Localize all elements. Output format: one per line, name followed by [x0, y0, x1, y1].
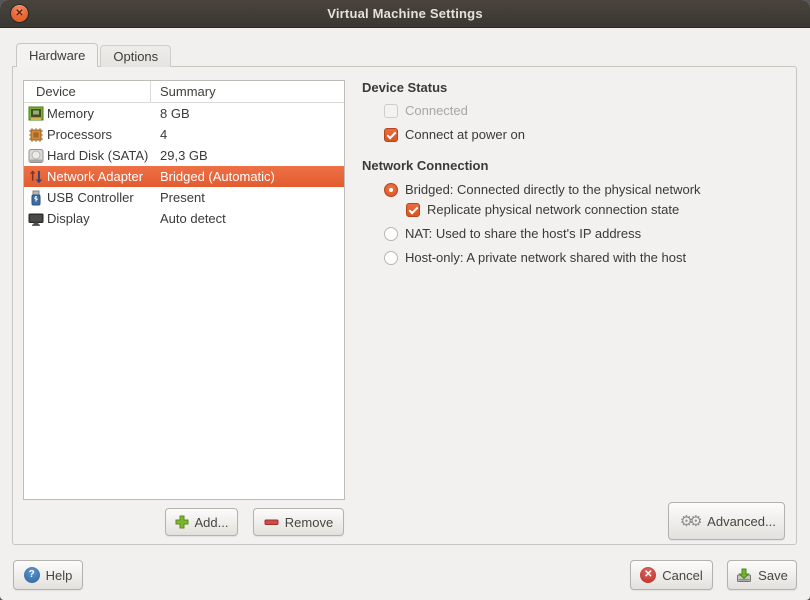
help-button-label: Help — [46, 568, 73, 583]
cancel-button[interactable]: ✕ Cancel — [630, 560, 713, 590]
device-name: Hard Disk (SATA) — [47, 148, 148, 163]
table-row-display[interactable]: Display Auto detect — [24, 208, 344, 229]
close-icon[interactable] — [10, 4, 29, 23]
device-summary: Bridged (Automatic) — [151, 169, 344, 184]
connected-checkbox — [384, 104, 398, 118]
vm-settings-dialog: Virtual Machine Settings Hardware Option… — [0, 0, 810, 600]
cancel-button-label: Cancel — [662, 568, 702, 583]
table-row-memory[interactable]: Memory 8 GB — [24, 103, 344, 124]
host-only-label: Host-only: A private network shared with… — [405, 250, 686, 265]
memory-icon — [28, 106, 44, 122]
nat-radio[interactable] — [384, 227, 398, 241]
device-list[interactable]: Device Summary Memory 8 GB — [23, 80, 345, 500]
bridged-label: Bridged: Connected directly to the physi… — [405, 182, 701, 197]
display-icon — [28, 211, 44, 227]
tab-options[interactable]: Options — [100, 45, 171, 67]
replicate-checkbox-row[interactable]: Replicate physical network connection st… — [406, 202, 679, 217]
host-only-radio-row[interactable]: Host-only: A private network shared with… — [384, 250, 686, 265]
device-summary: Auto detect — [151, 211, 344, 226]
usb-icon — [28, 190, 44, 206]
add-button[interactable]: Add... — [165, 508, 238, 536]
column-header-device[interactable]: Device — [24, 81, 151, 102]
device-summary: 4 — [151, 127, 344, 142]
nat-label: NAT: Used to share the host's IP address — [405, 226, 641, 241]
help-button[interactable]: ? Help — [13, 560, 83, 590]
device-status-header: Device Status — [362, 80, 447, 95]
device-summary: Present — [151, 190, 344, 205]
connected-checkbox-row: Connected — [384, 103, 468, 118]
device-name: Display — [47, 211, 90, 226]
titlebar: Virtual Machine Settings — [0, 0, 810, 28]
bridged-radio[interactable] — [384, 183, 398, 197]
minus-icon — [264, 515, 279, 529]
tab-bar: Hardware Options — [16, 43, 171, 67]
save-icon — [736, 567, 752, 583]
connect-at-power-on-label: Connect at power on — [405, 127, 525, 142]
replicate-checkbox[interactable] — [406, 203, 420, 217]
device-name: Network Adapter — [47, 169, 143, 184]
table-row-harddisk[interactable]: Hard Disk (SATA) 29,3 GB — [24, 145, 344, 166]
advanced-button[interactable]: ⚙⚙ Advanced... — [668, 502, 785, 540]
advanced-button-label: Advanced... — [707, 514, 776, 529]
bridged-radio-row[interactable]: Bridged: Connected directly to the physi… — [384, 182, 701, 197]
device-name: Processors — [47, 127, 112, 142]
network-icon — [28, 169, 44, 185]
table-row-processors[interactable]: Processors 4 — [24, 124, 344, 145]
add-button-label: Add... — [195, 515, 229, 530]
host-only-radio[interactable] — [384, 251, 398, 265]
device-summary: 29,3 GB — [151, 148, 344, 163]
save-button[interactable]: Save — [727, 560, 797, 590]
device-name: Memory — [47, 106, 94, 121]
column-header-summary[interactable]: Summary — [151, 81, 344, 102]
remove-button[interactable]: Remove — [253, 508, 344, 536]
cancel-icon: ✕ — [640, 567, 656, 583]
device-name: USB Controller — [47, 190, 134, 205]
processor-icon — [28, 127, 44, 143]
harddisk-icon — [28, 148, 44, 164]
remove-button-label: Remove — [285, 515, 333, 530]
table-row-network-adapter[interactable]: Network Adapter Bridged (Automatic) — [24, 166, 344, 187]
network-connection-header: Network Connection — [362, 158, 488, 173]
connect-at-power-on-checkbox[interactable] — [384, 128, 398, 142]
plus-icon — [175, 515, 189, 529]
connected-label: Connected — [405, 103, 468, 118]
device-list-header: Device Summary — [24, 81, 344, 103]
replicate-label: Replicate physical network connection st… — [427, 202, 679, 217]
connect-at-power-on-row[interactable]: Connect at power on — [384, 127, 525, 142]
device-summary: 8 GB — [151, 106, 344, 121]
tab-hardware[interactable]: Hardware — [16, 43, 98, 67]
save-button-label: Save — [758, 568, 788, 583]
help-icon: ? — [24, 567, 40, 583]
window-title: Virtual Machine Settings — [0, 0, 810, 27]
gears-icon: ⚙⚙ — [677, 514, 701, 529]
table-row-usb-controller[interactable]: USB Controller Present — [24, 187, 344, 208]
nat-radio-row[interactable]: NAT: Used to share the host's IP address — [384, 226, 641, 241]
